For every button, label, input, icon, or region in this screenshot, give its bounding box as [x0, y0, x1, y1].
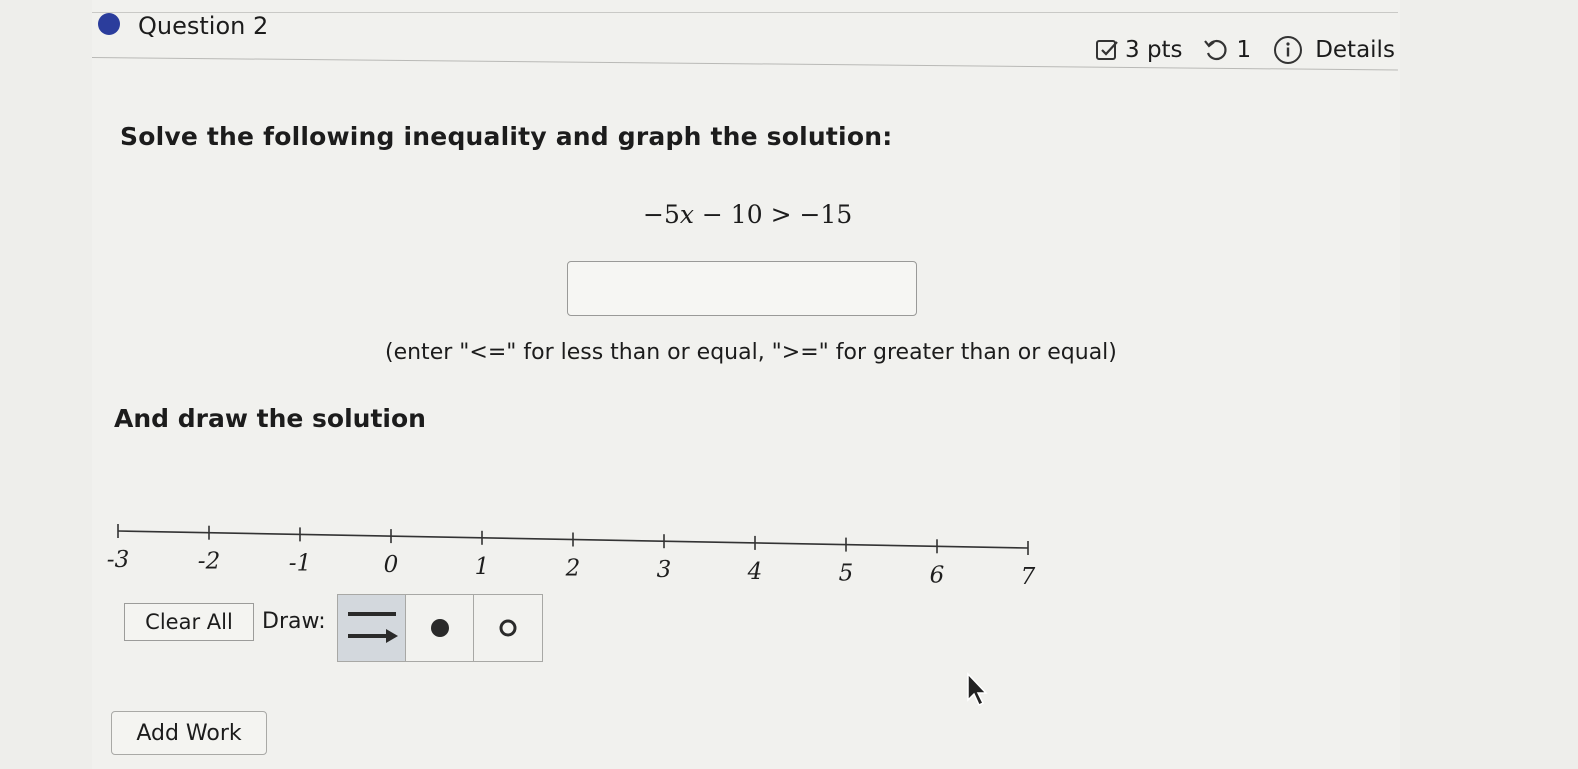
draw-label: Draw:: [262, 609, 326, 634]
number-line-tick-label: 3: [657, 557, 672, 583]
attempts-count: 1: [1236, 37, 1252, 63]
open-dot-tool-button[interactable]: [474, 595, 542, 661]
answer-input[interactable]: [567, 261, 917, 316]
checkbox-points-icon: [1095, 38, 1119, 62]
inequality-variable: x: [679, 200, 694, 229]
question-meta: 3 pts 1 Details: [1095, 33, 1395, 67]
add-work-button[interactable]: Add Work: [111, 711, 267, 755]
draw-toolbar: [337, 594, 543, 662]
inequality: −5x − 10 > −15: [643, 200, 852, 229]
input-hint: (enter "<=" for less than or equal, ">="…: [385, 340, 1117, 365]
open-dot-icon: [499, 619, 517, 637]
top-divider: [92, 12, 1398, 13]
number-line-tick-label: 1: [475, 554, 490, 580]
closed-dot-icon: [430, 619, 449, 637]
question-title: Question 2: [138, 12, 269, 40]
draw-heading: And draw the solution: [114, 404, 426, 433]
details-toggle[interactable]: Details: [1273, 35, 1395, 65]
number-line-tick-label: 2: [565, 556, 581, 582]
clear-all-button[interactable]: Clear All: [124, 603, 254, 641]
number-line-tick-label: -1: [289, 550, 311, 576]
details-label: Details: [1315, 37, 1395, 63]
number-line-tick-label: 7: [1021, 564, 1036, 590]
number-line-tick-label: 4: [747, 559, 763, 585]
number-line-tick-label: -3: [107, 547, 129, 573]
retry-icon: [1203, 37, 1229, 63]
question-prompt: Solve the following inequality and graph…: [120, 122, 893, 151]
question-panel: [92, 0, 1400, 769]
closed-dot-tool-button[interactable]: [406, 595, 474, 661]
number-line-graph[interactable]: -3 -2 -1 0 1 2 3 4 5 6 7: [100, 520, 1060, 590]
inequality-rest: − 10 > −15: [693, 200, 853, 229]
mouse-cursor-icon: [967, 672, 988, 707]
number-line-tick-label: -2: [198, 549, 220, 575]
number-line-tick-label: 5: [839, 561, 854, 587]
number-line-tick-label: 0: [384, 552, 399, 578]
ray-tool-button[interactable]: [338, 595, 406, 661]
question-status-dot-icon: [98, 13, 120, 35]
points-label: 3 pts: [1125, 37, 1183, 63]
ray-arrow-icon: [347, 612, 398, 643]
inequality-coefficient: −5: [643, 200, 680, 229]
number-line-tick-label: 6: [930, 562, 945, 588]
info-icon: [1273, 35, 1303, 65]
